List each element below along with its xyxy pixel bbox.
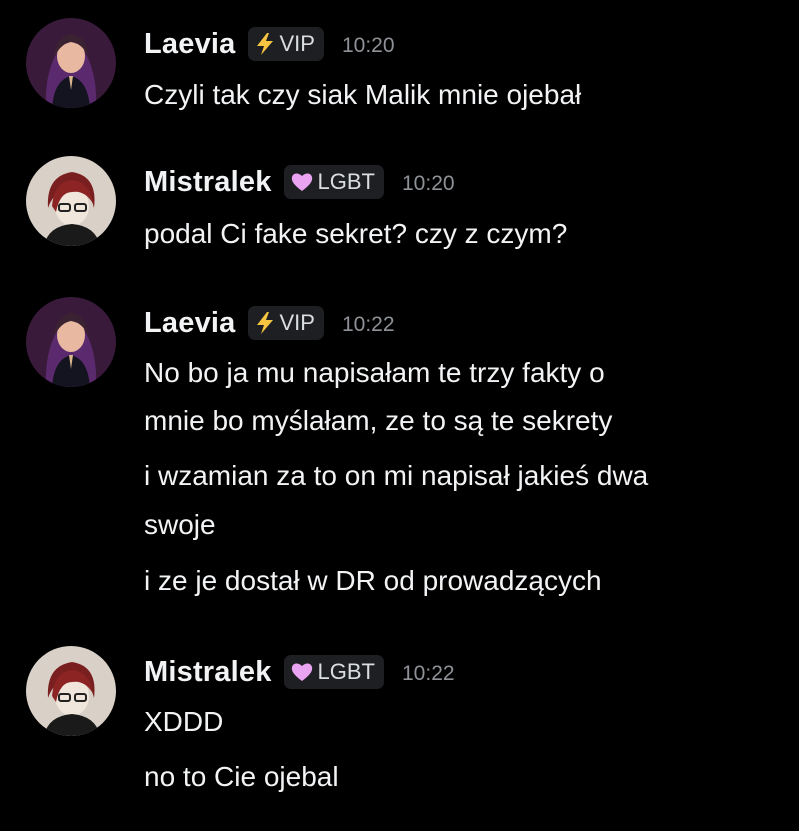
username[interactable]: Laevia (144, 28, 236, 61)
message-text: i ze je dostał w DR od prowadzących (144, 565, 602, 596)
username[interactable]: Laevia (144, 307, 236, 340)
lgbt-badge[interactable]: LGBT (283, 655, 384, 689)
badge-label: VIP (279, 31, 315, 56)
message-header: Laevia VIP 10:20 (144, 26, 395, 62)
avatar-mistralek[interactable] (26, 156, 116, 246)
pink-heart-icon (290, 171, 314, 193)
message-text: XDDD (144, 706, 224, 737)
badge-label: VIP (279, 310, 315, 335)
pink-heart-icon (290, 661, 314, 683)
message-text: mnie bo myślałam, ze to są te sekrety (144, 405, 613, 436)
message-header: Mistralek LGBT 10:22 (144, 654, 455, 690)
user-avatar-icon (26, 156, 116, 246)
user-avatar-icon (26, 297, 116, 387)
username[interactable]: Mistralek (144, 166, 272, 199)
vip-badge[interactable]: VIP (247, 27, 324, 61)
lgbt-badge[interactable]: LGBT (283, 165, 384, 199)
badge-label: LGBT (317, 659, 375, 684)
message-text: No bo ja mu napisałam te trzy fakty o (144, 357, 605, 388)
vip-badge[interactable]: VIP (247, 306, 324, 340)
message-text: swoje (144, 509, 216, 540)
message-header: Mistralek LGBT 10:20 (144, 164, 455, 200)
avatar-laevia[interactable] (26, 18, 116, 108)
message-text: i wzamian za to on mi napisał jakieś dwa (144, 460, 649, 491)
timestamp: 10:22 (341, 313, 395, 336)
avatar-mistralek[interactable] (26, 646, 116, 736)
message-header: Laevia VIP 10:22 (144, 305, 395, 341)
user-avatar-icon (26, 18, 116, 108)
user-avatar-icon (26, 646, 116, 736)
timestamp: 10:22 (402, 662, 455, 685)
badge-label: LGBT (317, 169, 375, 194)
message-text: Czyli tak czy siak Malik mnie ojebał (144, 79, 582, 110)
timestamp: 10:20 (402, 172, 455, 195)
lightning-icon (254, 311, 276, 335)
message-text: podal Ci fake sekret? czy z czym? (144, 218, 568, 249)
message-text: no to Cie ojebal (144, 761, 339, 792)
avatar-laevia[interactable] (26, 297, 116, 387)
username[interactable]: Mistralek (144, 656, 272, 689)
lightning-icon (254, 32, 276, 56)
timestamp: 10:20 (341, 34, 395, 57)
